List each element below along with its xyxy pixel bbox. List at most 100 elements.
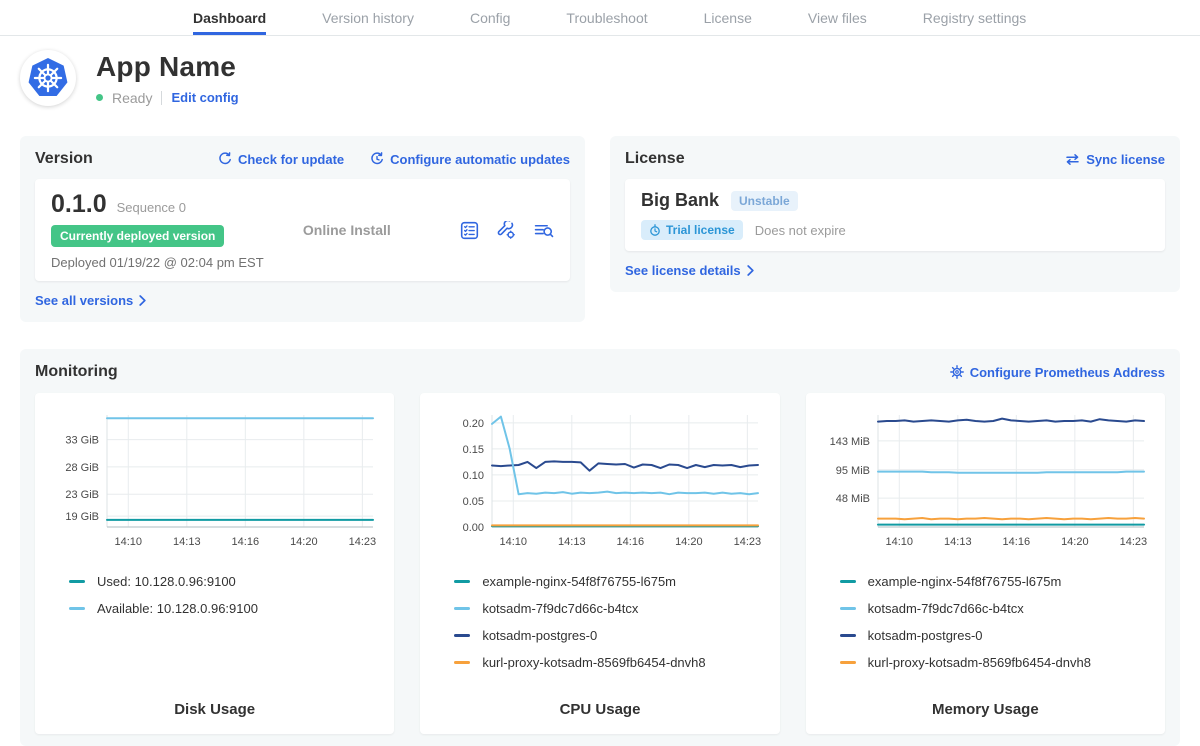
chevron-right-icon [747, 265, 754, 276]
cpu-usage-legend: example-nginx-54f8f76755-l675m kotsadm-7f… [434, 574, 765, 670]
see-license-details-link[interactable]: See license details [625, 263, 754, 278]
svg-text:95 MiB: 95 MiB [835, 465, 869, 477]
legend-swatch [454, 661, 470, 664]
version-number: 0.1.0 [51, 190, 107, 219]
legend-label: Used: 10.128.0.96:9100 [97, 574, 236, 589]
install-type-label: Online Install [303, 222, 391, 238]
version-card: Version Check for update [20, 136, 585, 322]
legend-label: example-nginx-54f8f76755-l675m [482, 574, 676, 589]
version-card-title: Version [35, 150, 93, 168]
logs-search-icon [534, 221, 554, 240]
legend-label: kotsadm-postgres-0 [868, 628, 983, 643]
svg-text:143 MiB: 143 MiB [829, 436, 869, 448]
refresh-icon [218, 152, 232, 166]
tab-config[interactable]: Config [470, 0, 510, 35]
legend-item: kotsadm-7f9dc7d66c-b4tcx [454, 601, 765, 616]
chart-title: Memory Usage [820, 701, 1151, 722]
charts-row: 33 GiB28 GiB23 GiB19 GiB14:1014:1314:161… [35, 393, 1165, 734]
chart-svg: 143 MiB95 MiB48 MiB14:1014:1314:1614:201… [820, 405, 1150, 557]
page-title: App Name [96, 51, 239, 83]
sync-license-button[interactable]: Sync license [1065, 152, 1165, 167]
svg-text:33 GiB: 33 GiB [65, 435, 99, 447]
disk-usage-legend: Used: 10.128.0.96:9100Available: 10.128.… [49, 574, 380, 616]
legend-swatch [454, 634, 470, 637]
sequence-label: Sequence 0 [117, 200, 186, 215]
divider [161, 91, 162, 105]
legend-swatch [840, 634, 856, 637]
series-line [878, 472, 1144, 473]
svg-text:0.15: 0.15 [463, 444, 484, 456]
legend-swatch [69, 607, 85, 610]
svg-text:28 GiB: 28 GiB [65, 462, 99, 474]
svg-text:14:23: 14:23 [734, 536, 762, 548]
legend-label: kotsadm-7f9dc7d66c-b4tcx [482, 601, 638, 616]
series-line [878, 518, 1144, 519]
memory-usage-chart: 143 MiB95 MiB48 MiB14:1014:1314:1614:201… [820, 405, 1151, 562]
tab-dashboard[interactable]: Dashboard [193, 0, 266, 35]
view-logs-button[interactable] [534, 221, 554, 240]
disk-usage-chart: 33 GiB28 GiB23 GiB19 GiB14:1014:1314:161… [49, 405, 380, 562]
legend-item: kurl-proxy-kotsadm-8569fb6454-dnvh8 [454, 655, 765, 670]
memory-usage-legend: example-nginx-54f8f76755-l675m kotsadm-7f… [820, 574, 1151, 670]
tab-license[interactable]: License [704, 0, 752, 35]
legend-label: kurl-proxy-kotsadm-8569fb6454-dnvh8 [868, 655, 1091, 670]
monitoring-section: Monitoring Configure Prometheus Address [20, 349, 1180, 746]
svg-text:23 GiB: 23 GiB [65, 489, 99, 501]
legend-item: kotsadm-postgres-0 [840, 628, 1151, 643]
cards-row: Version Check for update [20, 136, 1180, 322]
channel-badge: Unstable [731, 191, 798, 211]
license-summary-row: Big Bank Unstable Trial license Does not… [625, 179, 1165, 251]
svg-text:14:16: 14:16 [617, 536, 645, 548]
status-dot [96, 94, 103, 101]
svg-text:14:20: 14:20 [1061, 536, 1089, 548]
svg-text:14:20: 14:20 [675, 536, 703, 548]
legend-swatch [69, 580, 85, 583]
legend-item: example-nginx-54f8f76755-l675m [840, 574, 1151, 589]
chart-svg: 33 GiB28 GiB23 GiB19 GiB14:1014:1314:161… [49, 405, 379, 557]
chart-title: Disk Usage [49, 701, 380, 722]
license-card: License Sync license Big Bank Unstable [610, 136, 1180, 292]
chevron-right-icon [139, 295, 146, 306]
update-schedule-icon [370, 152, 384, 166]
legend-item: kurl-proxy-kotsadm-8569fb6454-dnvh8 [840, 655, 1151, 670]
gear-icon [950, 365, 964, 379]
legend-item: Used: 10.128.0.96:9100 [69, 574, 380, 589]
legend-label: kotsadm-7f9dc7d66c-b4tcx [868, 601, 1024, 616]
wrench-gear-icon [497, 221, 516, 240]
license-customer-name: Big Bank [641, 190, 719, 211]
cpu-usage-chart-card: 0.200.150.100.050.0014:1014:1314:1614:20… [420, 393, 779, 734]
series-line [492, 461, 758, 470]
app-logo [20, 50, 76, 106]
series-line [492, 417, 758, 495]
see-all-versions-link[interactable]: See all versions [35, 293, 146, 308]
tab-troubleshoot[interactable]: Troubleshoot [566, 0, 647, 35]
configure-prometheus-button[interactable]: Configure Prometheus Address [950, 365, 1165, 380]
configure-automatic-updates-button[interactable]: Configure automatic updates [370, 152, 570, 167]
edit-config-link[interactable]: Edit config [171, 90, 238, 105]
cpu-usage-chart: 0.200.150.100.050.0014:1014:1314:1614:20… [434, 405, 765, 562]
memory-usage-chart-card: 143 MiB95 MiB48 MiB14:1014:1314:1614:201… [806, 393, 1165, 734]
license-expiry: Does not expire [755, 223, 846, 238]
legend-item: kotsadm-postgres-0 [454, 628, 765, 643]
svg-text:14:23: 14:23 [1119, 536, 1147, 548]
tab-version-history[interactable]: Version history [322, 0, 414, 35]
stopwatch-icon [649, 224, 661, 236]
tab-view-files[interactable]: View files [808, 0, 867, 35]
svg-text:0.05: 0.05 [463, 496, 484, 508]
svg-text:0.10: 0.10 [463, 470, 484, 482]
svg-text:48 MiB: 48 MiB [835, 493, 869, 505]
svg-text:14:10: 14:10 [115, 536, 143, 548]
chart-title: CPU Usage [434, 701, 765, 722]
tab-registry-settings[interactable]: Registry settings [923, 0, 1026, 35]
view-config-button[interactable] [497, 221, 516, 240]
kubernetes-icon [27, 57, 69, 99]
chart-svg: 0.200.150.100.050.0014:1014:1314:1614:20… [434, 405, 764, 557]
legend-swatch [840, 607, 856, 610]
current-version-row: 0.1.0 Sequence 0 Currently deployed vers… [35, 179, 570, 281]
svg-text:14:16: 14:16 [1002, 536, 1030, 548]
preflight-checks-button[interactable] [460, 221, 479, 240]
sync-icon [1065, 153, 1080, 166]
check-for-update-button[interactable]: Check for update [218, 152, 344, 167]
svg-text:14:13: 14:13 [944, 536, 972, 548]
svg-text:14:13: 14:13 [558, 536, 586, 548]
